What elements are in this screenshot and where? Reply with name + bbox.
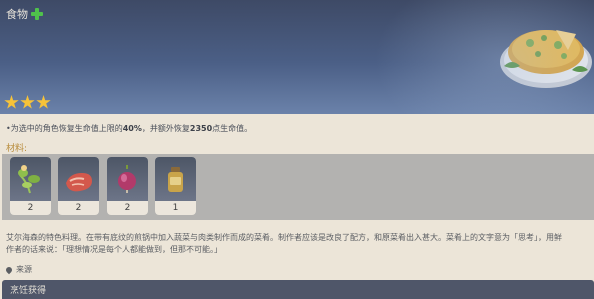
onion-icon [118, 165, 136, 193]
material-count: 2 [27, 203, 34, 213]
item-header: 食物 [0, 0, 594, 114]
star-icon [4, 95, 19, 109]
material-card[interactable]: 2 [107, 157, 148, 215]
material-card[interactable]: 2 [10, 157, 51, 215]
lore-line: 作者的话来说：「理想情况是每个人都能做到，但那不可能。」 [6, 245, 222, 254]
oil-jar-icon [168, 167, 183, 192]
source-section: 来源 [4, 264, 32, 275]
material-count: 2 [124, 203, 131, 213]
dish-icon [500, 30, 592, 88]
material-count: 2 [75, 203, 82, 213]
material-count: 1 [172, 203, 179, 213]
plus-icon[interactable] [31, 8, 43, 20]
rarity-stars [4, 95, 51, 110]
item-lore: 艾尔海森的特色料理。在带有底纹的煎锅中加入蔬菜与肉类制作而成的菜肴。制作者应该是… [6, 232, 594, 256]
lore-line: 艾尔海森的特色料理。在带有底纹的煎锅中加入蔬菜与肉类制作而成的菜肴。制作者应该是… [6, 233, 562, 242]
item-category: 食物 [6, 6, 43, 22]
effect-description: •为选中的角色恢复生命值上限的40%，并额外恢复2350点生命值。 [6, 124, 253, 133]
category-label: 食物 [6, 8, 28, 21]
herb-icon [18, 165, 40, 194]
cook-source-row[interactable]: 烹饪获得 [2, 280, 594, 299]
material-card[interactable]: 2 [58, 157, 99, 215]
heal-amount: 2350 [189, 124, 213, 133]
material-card[interactable]: 1 [155, 157, 196, 215]
star-icon [36, 95, 51, 109]
source-label: 来源 [16, 265, 32, 274]
location-pin-icon [4, 265, 14, 274]
meat-icon [66, 173, 92, 192]
star-icon [20, 95, 35, 109]
cook-source-label: 烹饪获得 [10, 286, 47, 296]
heal-percent: 40% [122, 124, 142, 133]
materials-label: 材料: [6, 144, 28, 154]
